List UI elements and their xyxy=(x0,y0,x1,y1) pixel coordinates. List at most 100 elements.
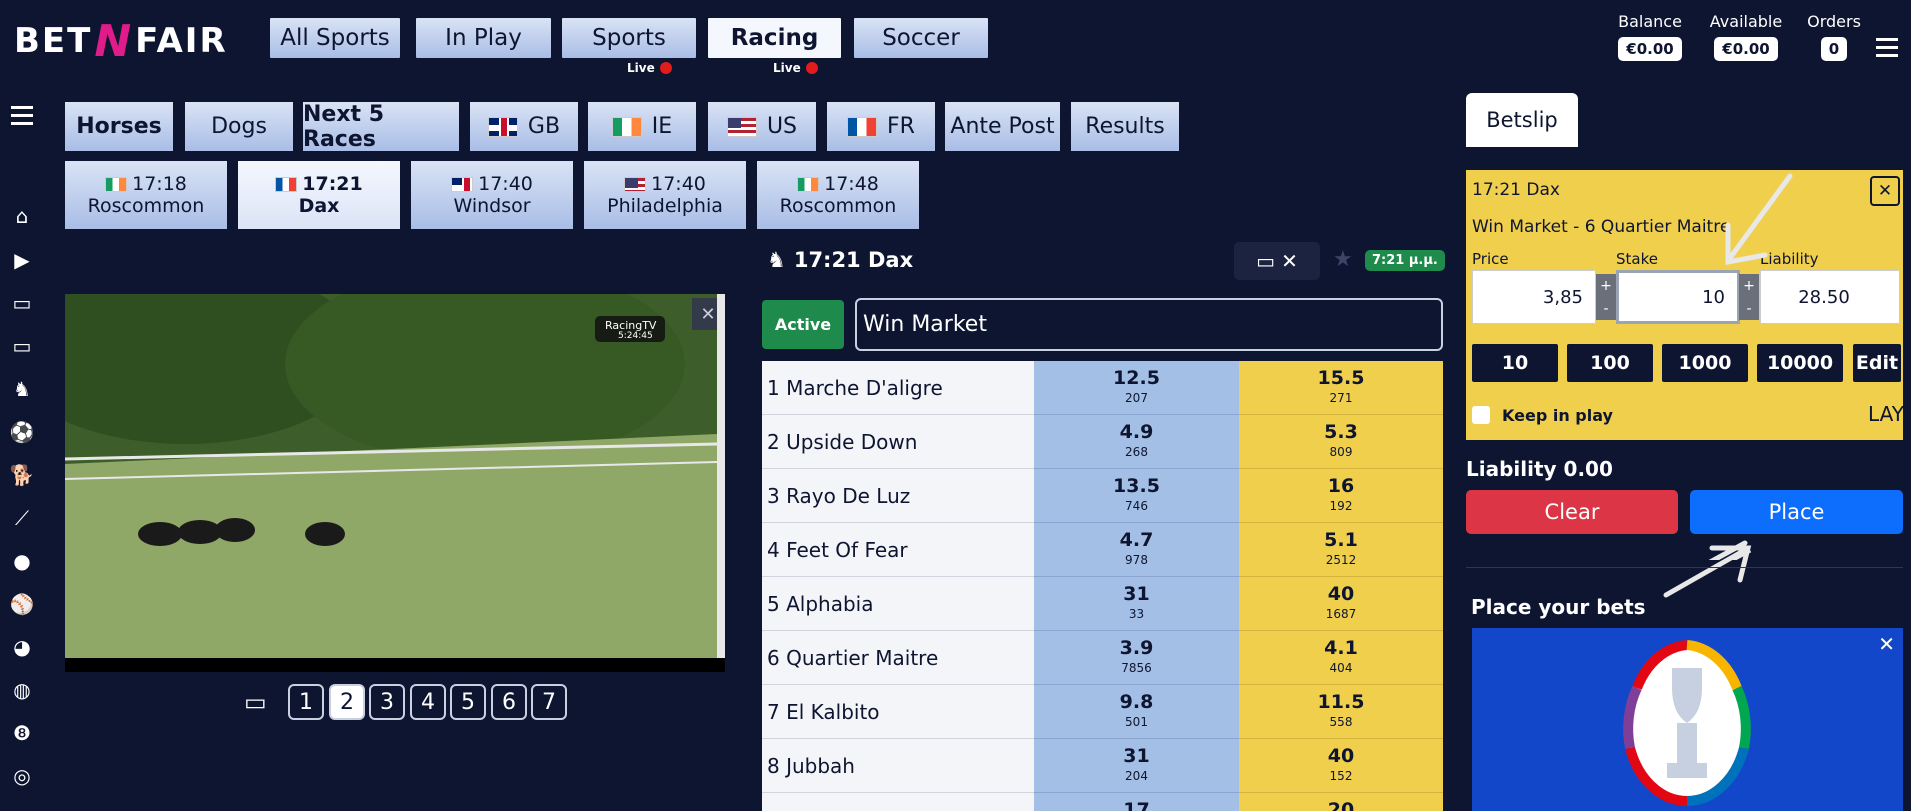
back-volume: 746 xyxy=(1125,499,1148,513)
dog-icon[interactable]: 🐕 xyxy=(10,463,35,487)
arrow-to-place-icon xyxy=(1663,545,1752,598)
betnfair-logo[interactable]: BET N FAIR xyxy=(14,15,262,67)
tab-fr[interactable]: FR xyxy=(827,102,935,151)
back-price-button[interactable]: 31 204 xyxy=(1034,739,1239,793)
tv-icon[interactable]: ▭ xyxy=(244,688,278,716)
lay-price-button[interactable]: 16 192 xyxy=(1239,469,1443,523)
tab-results[interactable]: Results xyxy=(1071,102,1179,151)
back-volume: 207 xyxy=(1125,391,1148,405)
promo-banner[interactable]: ✕ xyxy=(1472,628,1903,811)
keep-in-play-checkbox[interactable] xyxy=(1472,406,1490,424)
lay-odds: 5.3 xyxy=(1324,421,1358,443)
close-icon[interactable]: ✕ xyxy=(1870,176,1900,206)
race-card[interactable]: 17:48 Roscommon xyxy=(757,161,919,229)
lay-price-button[interactable]: 11.5 558 xyxy=(1239,685,1443,739)
nav-soccer[interactable]: Soccer xyxy=(854,18,988,58)
back-price-button[interactable]: 31 33 xyxy=(1034,577,1239,631)
nav-in-play[interactable]: In Play xyxy=(416,18,551,58)
tennis-ball-icon[interactable]: ● xyxy=(10,549,34,573)
main-menu-icon[interactable] xyxy=(1876,38,1898,41)
race-card[interactable]: 17:40 Philadelphia xyxy=(584,161,746,229)
quick-stake-10[interactable]: 10 xyxy=(1472,344,1558,382)
tab-ante-post[interactable]: Ante Post xyxy=(945,102,1060,151)
cricket-icon[interactable]: ⚾ xyxy=(10,592,35,616)
back-price-button[interactable]: 4.9 268 xyxy=(1034,415,1239,469)
stream-3-button[interactable]: 3 xyxy=(369,684,405,720)
logo-text-right: FAIR xyxy=(135,21,228,61)
place-button[interactable]: Place xyxy=(1690,490,1903,534)
stream-toggle-button[interactable]: ▭ ✕ xyxy=(1234,242,1320,280)
nav-racing[interactable]: Racing xyxy=(708,18,841,58)
tv-icon[interactable]: ▭ xyxy=(10,291,34,315)
lay-price-button[interactable]: 20 xyxy=(1239,793,1443,811)
stream-1-button[interactable]: 1 xyxy=(288,684,324,720)
tab-ie[interactable]: IE xyxy=(588,102,696,151)
race-time: 17:21 xyxy=(302,173,363,195)
race-card[interactable]: 17:18 Roscommon xyxy=(65,161,227,229)
snooker-ball-icon[interactable]: ❽ xyxy=(10,721,34,745)
market-selector[interactable]: Win Market xyxy=(855,298,1443,351)
lay-odds: 4.1 xyxy=(1324,637,1358,659)
tv-icon[interactable]: ▭ xyxy=(10,334,34,358)
race-venue: Dax xyxy=(298,195,340,217)
stream-6-button[interactable]: 6 xyxy=(491,684,527,720)
close-icon[interactable]: ✕ xyxy=(1878,632,1895,656)
back-price-button[interactable]: 12.5 207 xyxy=(1034,361,1239,415)
basketball-icon[interactable]: ◍ xyxy=(10,678,34,702)
clear-button[interactable]: Clear xyxy=(1466,490,1678,534)
horse-icon[interactable]: ♞ xyxy=(10,377,34,401)
lay-price-button[interactable]: 40 152 xyxy=(1239,739,1443,793)
soccer-ball-icon[interactable]: ⚽ xyxy=(10,420,35,444)
race-card[interactable]: 17:40 Windsor xyxy=(411,161,573,229)
market-status-badge: Active xyxy=(762,300,844,349)
back-price-button[interactable]: 3.9 7856 xyxy=(1034,631,1239,685)
lay-price-button[interactable]: 15.5 271 xyxy=(1239,361,1443,415)
lay-price-button[interactable]: 5.1 2512 xyxy=(1239,523,1443,577)
lay-price-button[interactable]: 4.1 404 xyxy=(1239,631,1443,685)
edit-stakes-button[interactable]: Edit xyxy=(1853,344,1901,382)
race-video-stream[interactable]: RacingTV 5:24:45 xyxy=(65,294,717,658)
back-volume: 204 xyxy=(1125,769,1148,783)
nav-all-sports[interactable]: All Sports xyxy=(270,18,400,58)
orders-display[interactable]: Orders 0 xyxy=(1806,12,1862,61)
nav-sports[interactable]: Sports xyxy=(562,18,696,58)
back-price-button[interactable]: 13.5 746 xyxy=(1034,469,1239,523)
stream-5-button[interactable]: 5 xyxy=(450,684,486,720)
race-video-frame xyxy=(65,294,717,658)
darts-icon[interactable]: ◎ xyxy=(10,764,34,788)
race-card[interactable]: 17:21 Dax xyxy=(238,161,400,229)
football-helmet-icon[interactable]: ◕ xyxy=(10,635,34,659)
lay-odds: 5.1 xyxy=(1324,529,1358,551)
price-input[interactable]: 3,85 xyxy=(1472,270,1596,324)
stream-2-button[interactable]: 2 xyxy=(329,684,365,720)
sidebar-menu-icon[interactable] xyxy=(11,106,33,109)
balance-value: €0.00 xyxy=(1618,37,1682,61)
lay-price-button[interactable]: 40 1687 xyxy=(1239,577,1443,631)
race-time: 17:48 xyxy=(824,173,879,195)
back-price-button[interactable]: 9.8 501 xyxy=(1034,685,1239,739)
favourite-star-icon[interactable]: ★ xyxy=(1333,247,1353,272)
tv-icon: ▭ xyxy=(1256,249,1276,273)
race-venue: Roscommon xyxy=(87,195,205,217)
tab-next-5-races[interactable]: Next 5 Races xyxy=(303,102,459,152)
home-icon[interactable]: ⌂ xyxy=(10,204,34,228)
video-scrollbar[interactable] xyxy=(717,294,725,658)
lay-price-button[interactable]: 5.3 809 xyxy=(1239,415,1443,469)
logo-text-mid: N xyxy=(94,15,134,67)
tab-horses[interactable]: Horses xyxy=(65,102,173,151)
lay-volume: 809 xyxy=(1329,445,1353,459)
runner-name: 4 Feet Of Fear xyxy=(762,523,1034,577)
runner-name: 6 Quartier Maitre xyxy=(762,631,1034,685)
hockey-stick-icon[interactable]: ⟋ xyxy=(10,506,34,530)
stream-7-button[interactable]: 7 xyxy=(531,684,567,720)
stream-4-button[interactable]: 4 xyxy=(410,684,446,720)
tab-us[interactable]: US xyxy=(708,102,816,151)
back-price-button[interactable]: 4.7 978 xyxy=(1034,523,1239,577)
tab-betslip[interactable]: Betslip xyxy=(1466,93,1578,147)
orders-value: 0 xyxy=(1820,37,1848,61)
tab-dogs[interactable]: Dogs xyxy=(185,102,293,151)
back-odds: 12.5 xyxy=(1113,367,1160,389)
play-icon[interactable]: ▶ xyxy=(10,248,34,272)
back-price-button[interactable]: 17 xyxy=(1034,793,1239,811)
tab-gb[interactable]: GB xyxy=(470,102,578,151)
